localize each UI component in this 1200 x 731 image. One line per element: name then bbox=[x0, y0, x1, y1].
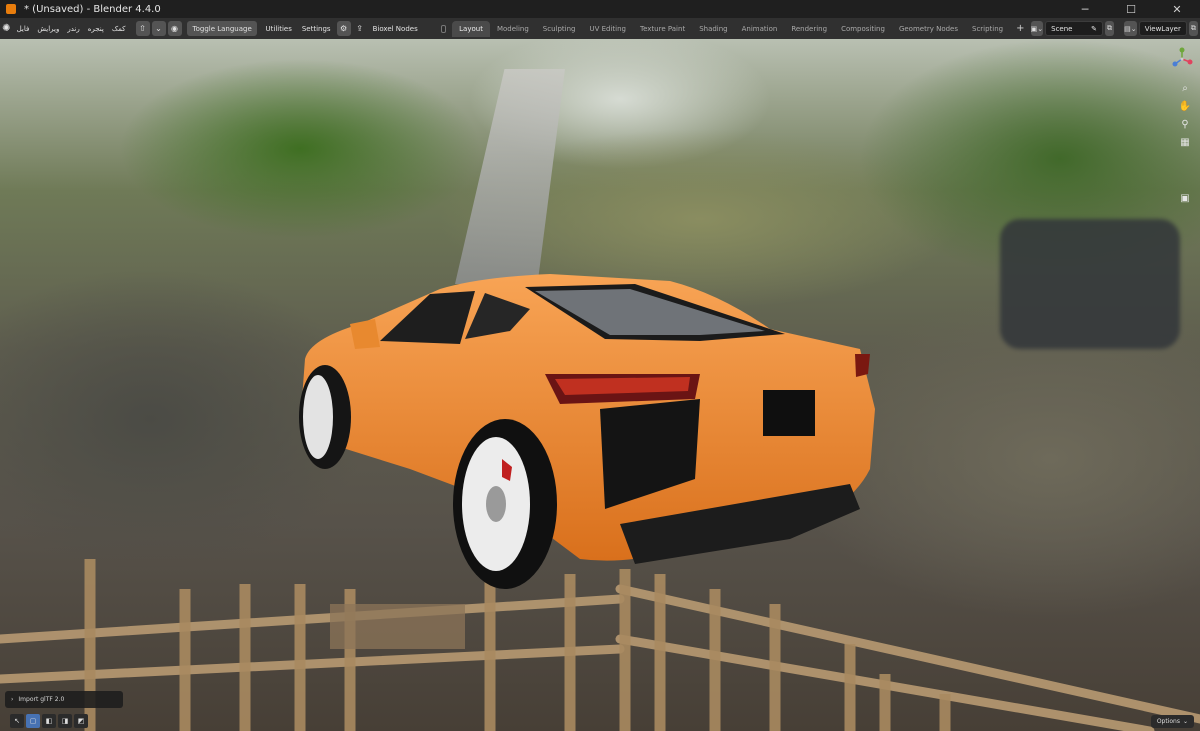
blender-app-icon bbox=[6, 4, 16, 14]
options-dropdown[interactable]: Options ⌄ bbox=[1150, 715, 1194, 728]
new-view-layer-icon[interactable]: ⧉ bbox=[1188, 21, 1198, 36]
toggle-language-button[interactable]: Toggle Language bbox=[186, 21, 257, 36]
gear-icon[interactable]: ⚙ bbox=[336, 21, 351, 36]
car-model[interactable] bbox=[290, 269, 890, 599]
background-stone-path bbox=[455, 69, 565, 284]
bioxel-nodes-menu[interactable]: Bioxel Nodes bbox=[368, 25, 423, 33]
perspective-grid-icon[interactable]: ▦ bbox=[1178, 135, 1192, 149]
select-subtract-icon[interactable]: ◨ bbox=[58, 714, 72, 728]
top-bar: ✺ فایل ویرایش رندر پنجره کمک ⇧ ⌄ ◉ Toggl… bbox=[0, 18, 1200, 39]
new-scene-icon[interactable]: ⧉ bbox=[1104, 21, 1115, 36]
tab-geometry-nodes[interactable]: Geometry Nodes bbox=[892, 21, 965, 37]
view-layer-selector-icon[interactable]: ▤⌄ bbox=[1124, 21, 1137, 36]
tab-sculpting[interactable]: Sculpting bbox=[536, 21, 583, 37]
tab-modeling[interactable]: Modeling bbox=[490, 21, 536, 37]
navigation-gizmo-icon[interactable] bbox=[1170, 47, 1194, 71]
window-controls: ─ ☐ ✕ bbox=[1062, 0, 1200, 18]
maximize-button[interactable]: ☐ bbox=[1108, 0, 1154, 18]
menu-file[interactable]: فایل bbox=[13, 18, 34, 39]
title-bar: * (Unsaved) - Blender 4.4.0 ─ ☐ ✕ bbox=[0, 0, 1200, 18]
3d-viewport[interactable]: ⌕ ✋ ⚲ ▦ ▣ › Import glTF 2.0 ↖ ▢ ◧ ◨ ◩ Op… bbox=[0, 39, 1200, 731]
settings-menu[interactable]: Settings bbox=[297, 25, 336, 33]
chevron-right-icon: › bbox=[11, 696, 14, 703]
tab-layout[interactable]: Layout bbox=[452, 20, 490, 37]
window-title: * (Unsaved) - Blender 4.4.0 bbox=[24, 3, 161, 15]
select-cursor-icon[interactable]: ↖ bbox=[10, 714, 24, 728]
menu-render[interactable]: رندر bbox=[63, 18, 83, 39]
pin-icon[interactable]: ✎ bbox=[1091, 25, 1097, 33]
chevron-down-icon: ⌄ bbox=[1182, 718, 1188, 725]
camera-view-icon[interactable]: ⚲ bbox=[1178, 117, 1192, 131]
tab-uv-editing[interactable]: UV Editing bbox=[582, 21, 633, 37]
view-layer-name: ViewLayer bbox=[1144, 24, 1181, 33]
dropdown-chevron-icon[interactable]: ⌄ bbox=[151, 21, 166, 36]
tab-compositing[interactable]: Compositing bbox=[834, 21, 892, 37]
view-layer-field[interactable]: ViewLayer bbox=[1138, 21, 1187, 36]
sidebar-toggle-icon[interactable]: ▣ bbox=[1178, 191, 1192, 205]
tab-rendering[interactable]: Rendering bbox=[784, 21, 834, 37]
zoom-icon[interactable]: ⌕ bbox=[1178, 81, 1192, 95]
add-workspace-icon[interactable]: + bbox=[1010, 23, 1030, 34]
export-icon[interactable]: ⇪ bbox=[353, 21, 367, 36]
menu-edit[interactable]: ویرایش bbox=[33, 18, 63, 39]
minimize-button[interactable]: ─ bbox=[1062, 0, 1108, 18]
upload-icon[interactable]: ⇧ bbox=[135, 21, 150, 36]
tab-shading[interactable]: Shading bbox=[692, 21, 734, 37]
scene-name: Scene bbox=[1051, 24, 1073, 33]
utilities-menu[interactable]: Utilities bbox=[261, 25, 297, 33]
scene-name-field[interactable]: Scene ✎ bbox=[1045, 21, 1103, 36]
blender-logo-icon[interactable]: ✺ bbox=[0, 23, 13, 34]
pan-hand-icon[interactable]: ✋ bbox=[1178, 99, 1192, 113]
tab-animation[interactable]: Animation bbox=[735, 21, 785, 37]
menu-help[interactable]: کمک bbox=[108, 18, 130, 39]
operator-label: Import glTF 2.0 bbox=[18, 696, 65, 703]
select-extend-icon[interactable]: ◧ bbox=[42, 714, 56, 728]
last-operator-panel[interactable]: › Import glTF 2.0 bbox=[5, 691, 123, 708]
tab-texture-paint[interactable]: Texture Paint bbox=[633, 21, 692, 37]
select-intersect-icon[interactable]: ◩ bbox=[74, 714, 88, 728]
background-rock-wall bbox=[1000, 219, 1180, 349]
close-button[interactable]: ✕ bbox=[1154, 0, 1200, 18]
scene-selector-icon[interactable]: ▣⌄ bbox=[1030, 21, 1044, 36]
options-label: Options bbox=[1156, 718, 1180, 725]
selection-tools: ↖ ▢ ◧ ◨ ◩ bbox=[10, 713, 88, 729]
toggle-checkbox[interactable] bbox=[440, 24, 447, 33]
globe-icon[interactable]: ◉ bbox=[167, 21, 182, 36]
select-box-icon[interactable]: ▢ bbox=[26, 714, 40, 728]
menu-window[interactable]: پنجره bbox=[84, 18, 108, 39]
tab-scripting[interactable]: Scripting bbox=[965, 21, 1010, 37]
